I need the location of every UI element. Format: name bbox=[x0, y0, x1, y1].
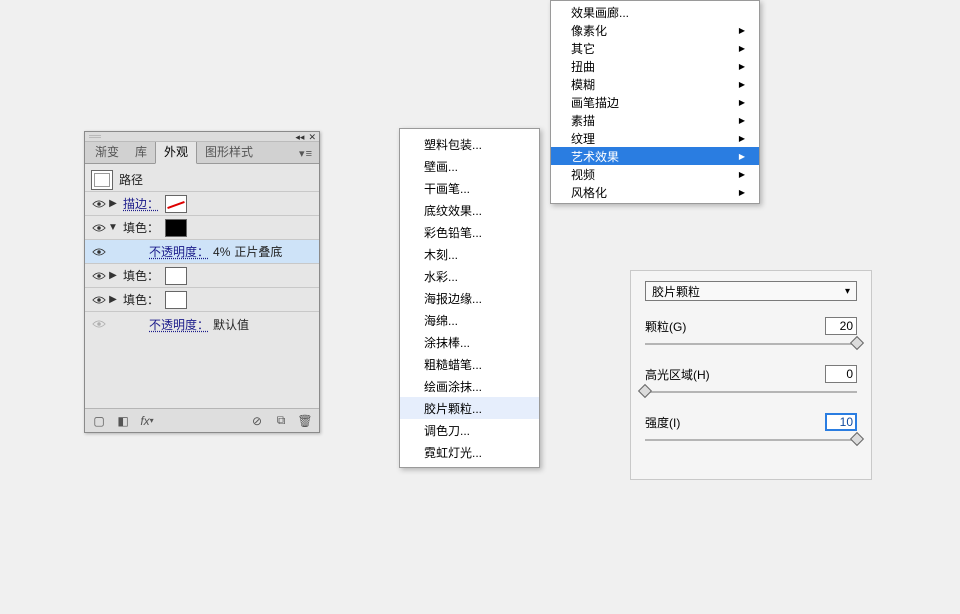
expand-icon[interactable]: ▶ bbox=[107, 294, 119, 305]
row-fill2[interactable]: ▶ 填色： bbox=[85, 264, 319, 288]
menu-item[interactable]: 画笔描边 bbox=[551, 93, 759, 111]
panel-close-icon[interactable]: ✕ bbox=[308, 132, 316, 143]
opacity-mode: 正片叠底 bbox=[234, 243, 282, 260]
path-thumb bbox=[91, 170, 113, 190]
submenu-item[interactable]: 木刻... bbox=[400, 243, 539, 265]
slider-row: 强度(I) bbox=[645, 413, 857, 445]
row-fill3[interactable]: ▶ 填色： bbox=[85, 288, 319, 312]
fill1-swatch[interactable] bbox=[165, 219, 187, 237]
visibility-icon[interactable] bbox=[91, 196, 107, 212]
slider-track[interactable] bbox=[645, 339, 857, 349]
menu-item[interactable]: 效果画廊... bbox=[551, 3, 759, 21]
submenu-item[interactable]: 海报边缘... bbox=[400, 287, 539, 309]
menu-item[interactable]: 其它 bbox=[551, 39, 759, 57]
submenu-item[interactable]: 霓虹灯光... bbox=[400, 441, 539, 463]
fill3-swatch[interactable] bbox=[165, 291, 187, 309]
slider-value-input[interactable] bbox=[825, 317, 857, 335]
slider-row: 颗粒(G) bbox=[645, 317, 857, 349]
submenu-item[interactable]: 绘画涂抹... bbox=[400, 375, 539, 397]
opacity-def-value: 默认值 bbox=[213, 316, 249, 333]
menu-item[interactable]: 纹理 bbox=[551, 129, 759, 147]
submenu-item[interactable]: 海绵... bbox=[400, 309, 539, 331]
menu-item[interactable]: 视频 bbox=[551, 165, 759, 183]
fill2-label: 填色： bbox=[119, 267, 159, 284]
menu-item[interactable]: 风格化 bbox=[551, 183, 759, 201]
panel-menu-icon[interactable]: ▾≡ bbox=[293, 144, 319, 163]
slider-track[interactable] bbox=[645, 435, 857, 445]
effects-menu[interactable]: 效果画廊...像素化其它扭曲模糊画笔描边素描纹理艺术效果视频风格化 bbox=[550, 0, 760, 204]
panel-body: 路径 ▶ 描边： ▼ 填色： 不透明度： 4% 正片叠底 ▶ 填色： bbox=[85, 164, 319, 408]
opacity-def-label[interactable]: 不透明度： bbox=[107, 316, 209, 333]
panel-empty-area bbox=[85, 336, 319, 406]
slider-thumb[interactable] bbox=[850, 336, 864, 350]
artistic-effects-submenu[interactable]: 塑料包装...壁画...干画笔...底纹效果...彩色铅笔...木刻...水彩.… bbox=[399, 128, 540, 468]
row-path[interactable]: 路径 bbox=[85, 168, 319, 192]
tab-graphic-styles[interactable]: 图形样式 bbox=[197, 140, 261, 163]
opacity-label[interactable]: 不透明度： bbox=[107, 243, 209, 260]
slider-thumb[interactable] bbox=[850, 432, 864, 446]
opacity-value: 4% bbox=[213, 245, 230, 259]
submenu-item[interactable]: 水彩... bbox=[400, 265, 539, 287]
visibility-icon[interactable] bbox=[91, 220, 107, 236]
expand-icon[interactable]: ▶ bbox=[107, 270, 119, 281]
effect-select-label: 胶片颗粒 bbox=[652, 283, 700, 300]
submenu-item[interactable]: 干画笔... bbox=[400, 177, 539, 199]
slider-track[interactable] bbox=[645, 387, 857, 397]
submenu-item[interactable]: 彩色铅笔... bbox=[400, 221, 539, 243]
new-art-has-basic-icon[interactable]: ▢ bbox=[91, 413, 107, 429]
menu-item[interactable]: 像素化 bbox=[551, 21, 759, 39]
submenu-item[interactable]: 胶片颗粒... bbox=[400, 397, 539, 419]
submenu-item[interactable]: 底纹效果... bbox=[400, 199, 539, 221]
slider-label: 高光区域(H) bbox=[645, 366, 710, 383]
effect-select[interactable]: 胶片颗粒 ▾ bbox=[645, 281, 857, 301]
fill1-label: 填色： bbox=[119, 219, 159, 236]
panel-footer: ▢ ◧ fx▾ ⊘ ⧉ 🗑 bbox=[85, 408, 319, 432]
slider-label: 强度(I) bbox=[645, 414, 680, 431]
menu-item[interactable]: 素描 bbox=[551, 111, 759, 129]
slider-label: 颗粒(G) bbox=[645, 318, 686, 335]
stroke-swatch[interactable] bbox=[165, 195, 187, 213]
fx-button[interactable]: fx▾ bbox=[139, 413, 155, 429]
film-grain-settings: 胶片颗粒 ▾ 颗粒(G) 高光区域(H) 强度(I) bbox=[630, 270, 872, 480]
submenu-item[interactable]: 塑料包装... bbox=[400, 133, 539, 155]
panel-collapse-icon[interactable]: ◂◂ bbox=[295, 132, 304, 143]
forbidden-icon[interactable]: ⊘ bbox=[249, 413, 265, 429]
chevron-down-icon: ▾ bbox=[845, 286, 850, 297]
tab-gradient[interactable]: 渐变 bbox=[87, 140, 127, 163]
row-opacity-default[interactable]: 不透明度： 默认值 bbox=[85, 312, 319, 336]
visibility-icon[interactable] bbox=[91, 244, 107, 260]
panel-titlebar[interactable]: ◂◂ ✕ bbox=[85, 132, 319, 142]
fill2-swatch[interactable] bbox=[165, 267, 187, 285]
fill3-label: 填色： bbox=[119, 291, 159, 308]
visibility-icon[interactable] bbox=[91, 292, 107, 308]
row-stroke[interactable]: ▶ 描边： bbox=[85, 192, 319, 216]
submenu-item[interactable]: 调色刀... bbox=[400, 419, 539, 441]
stroke-label[interactable]: 描边： bbox=[119, 195, 159, 212]
visibility-icon[interactable] bbox=[91, 268, 107, 284]
visibility-icon-dim[interactable] bbox=[91, 316, 107, 332]
menu-item[interactable]: 模糊 bbox=[551, 75, 759, 93]
clear-appearance-icon[interactable]: ◧ bbox=[115, 413, 131, 429]
slider-value-input[interactable] bbox=[825, 413, 857, 431]
submenu-item[interactable]: 壁画... bbox=[400, 155, 539, 177]
submenu-item[interactable]: 粗糙蜡笔... bbox=[400, 353, 539, 375]
row-opacity-selected[interactable]: 不透明度： 4% 正片叠底 bbox=[85, 240, 319, 264]
row-fill1[interactable]: ▼ 填色： bbox=[85, 216, 319, 240]
appearance-panel: ◂◂ ✕ 渐变 库 外观 图形样式 ▾≡ 路径 ▶ 描边： ▼ 填色： 不透明度… bbox=[84, 131, 320, 433]
panel-tabs: 渐变 库 外观 图形样式 ▾≡ bbox=[85, 142, 319, 164]
path-label: 路径 bbox=[119, 171, 143, 188]
trash-icon[interactable]: 🗑 bbox=[297, 413, 313, 429]
slider-thumb[interactable] bbox=[638, 384, 652, 398]
collapse-icon[interactable]: ▼ bbox=[107, 222, 119, 233]
panel-grip bbox=[89, 135, 101, 139]
menu-item[interactable]: 扭曲 bbox=[551, 57, 759, 75]
slider-row: 高光区域(H) bbox=[645, 365, 857, 397]
duplicate-icon[interactable]: ⧉ bbox=[273, 413, 289, 429]
expand-icon[interactable]: ▶ bbox=[107, 198, 119, 209]
tab-appearance[interactable]: 外观 bbox=[155, 139, 197, 164]
menu-item[interactable]: 艺术效果 bbox=[551, 147, 759, 165]
tab-library[interactable]: 库 bbox=[127, 140, 155, 163]
submenu-item[interactable]: 涂抹棒... bbox=[400, 331, 539, 353]
slider-value-input[interactable] bbox=[825, 365, 857, 383]
